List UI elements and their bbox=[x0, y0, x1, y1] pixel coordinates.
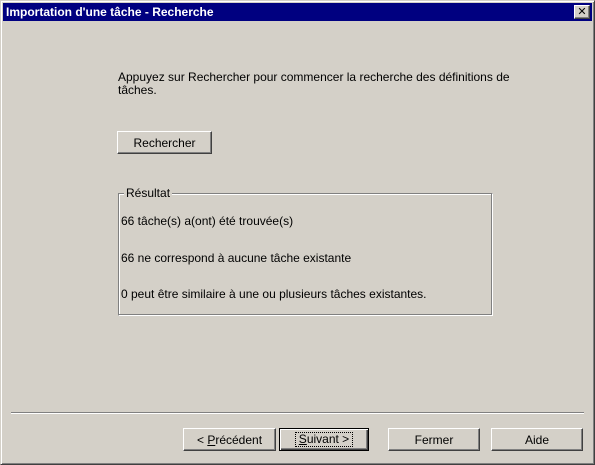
title-bar[interactable]: Importation d'une tâche - Recherche ✕ bbox=[3, 3, 592, 21]
instruction-text: Appuyez sur Rechercher pour commencer la… bbox=[118, 70, 510, 97]
results-groupbox: Résultat 66 tâche(s) a(ont) été trouvée(… bbox=[118, 186, 493, 316]
previous-button-label: < Précédent bbox=[196, 432, 263, 447]
search-button[interactable]: Rechercher bbox=[117, 131, 212, 154]
import-task-dialog: Importation d'une tâche - Recherche ✕ Ap… bbox=[0, 0, 595, 465]
previous-button[interactable]: < Précédent bbox=[183, 428, 276, 451]
help-button-label: Aide bbox=[524, 432, 550, 447]
next-button-label: Suivant > bbox=[294, 432, 354, 447]
close-button[interactable]: Fermer bbox=[388, 428, 480, 451]
result-no-match-count: 66 ne correspond à aucune tâche existant… bbox=[121, 251, 352, 265]
footer-separator bbox=[11, 412, 584, 414]
results-legend: Résultat bbox=[124, 186, 173, 200]
window-title: Importation d'une tâche - Recherche bbox=[6, 5, 214, 19]
close-icon[interactable]: ✕ bbox=[574, 5, 590, 19]
next-button[interactable]: Suivant > bbox=[279, 428, 369, 451]
help-button[interactable]: Aide bbox=[491, 428, 583, 451]
search-button-label: Rechercher bbox=[133, 135, 196, 150]
close-button-label: Fermer bbox=[414, 432, 454, 447]
result-found-count: 66 tâche(s) a(ont) été trouvée(s) bbox=[121, 214, 294, 228]
result-similar-count: 0 peut être similaire à une ou plusieurs… bbox=[121, 287, 427, 301]
